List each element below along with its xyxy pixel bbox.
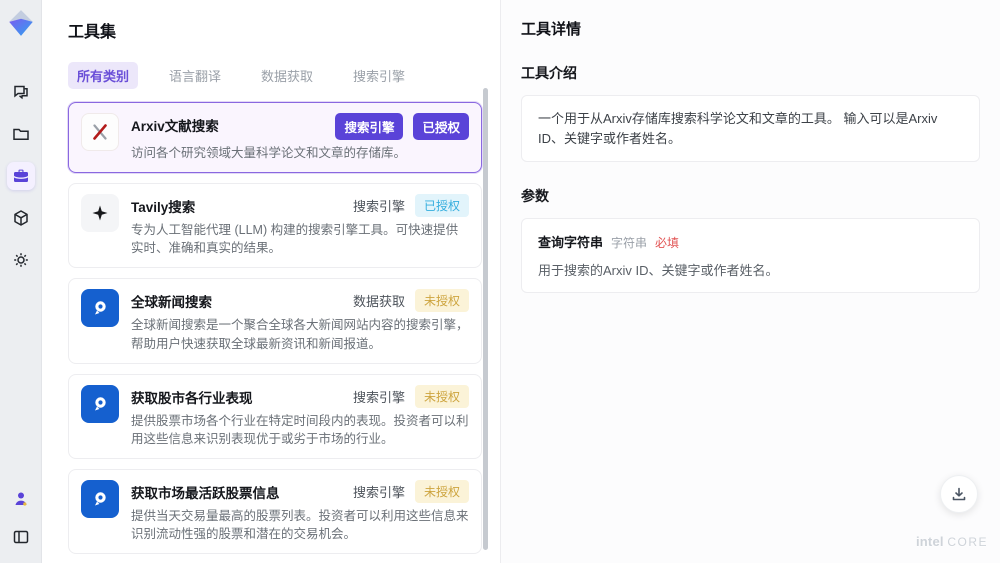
tool-auth-badge[interactable]: 未授权 [414, 384, 469, 408]
tool-card[interactable]: Arxiv文献搜索 搜索引擎 已授权 访问各个研究领域大量科学论文和文章的存储库… [68, 102, 482, 174]
tab-3[interactable]: 搜索引擎 [344, 62, 414, 89]
tool-card[interactable]: 获取股市各行业表现 搜索引擎 未授权 提供股票市场各个行业在特定时间段内的表现。… [68, 373, 482, 459]
tool-name: 获取市场最活跃股票信息 [131, 485, 280, 501]
tool-name: 获取股市各行业表现 [131, 390, 253, 406]
tool-category-badge: 搜索引擎 [352, 389, 405, 405]
tool-card[interactable]: Tavily搜索 搜索引擎 已授权 专为人工智能代理 (LLM) 构建的搜索引擎… [68, 183, 482, 269]
intel-core-logo: intel CORE [915, 534, 988, 549]
tool-icon [81, 289, 119, 328]
category-tabs: 所有类别 语言翻译 数据获取 搜索引擎 [68, 62, 500, 89]
tab-0[interactable]: 所有类别 [68, 62, 139, 89]
tab-1[interactable]: 语言翻译 [160, 62, 230, 89]
sidebar-item-chat[interactable] [7, 78, 35, 106]
tool-detail-pane: 工具详情 工具介绍 一个用于从Arxiv存储库搜索科学论文和文章的工具。 输入可… [500, 0, 1000, 563]
param-box: 查询字符串 字符串 必填 用于搜索的Arxiv ID、关键字或作者姓名。 [521, 218, 980, 293]
tool-auth-badge[interactable]: 未授权 [414, 289, 469, 313]
tool-name: Arxiv文献搜索 [131, 119, 219, 134]
param-required-flag: 必填 [655, 236, 680, 250]
cube-icon [13, 210, 28, 226]
intro-text: 一个用于从Arxiv存储库搜索科学论文和文章的工具。 输入可以是Arxiv ID… [538, 111, 938, 146]
tool-name: 全球新闻搜索 [131, 295, 212, 311]
tool-card[interactable]: 全球新闻搜索 数据获取 未授权 全球新闻搜索是一个聚合全球各大新闻网站内容的搜索… [68, 278, 482, 364]
tool-auth-badge[interactable]: 已授权 [413, 113, 469, 140]
page-title: 工具集 [68, 24, 117, 41]
icon-sidebar [0, 0, 42, 563]
tool-icon [81, 113, 119, 151]
gear-icon [13, 253, 28, 267]
sidebar-item-collapse[interactable] [7, 523, 35, 551]
toolbox-icon [13, 169, 28, 182]
tab-2[interactable]: 数据获取 [252, 62, 322, 89]
intro-section-title: 工具介绍 [521, 65, 577, 81]
tool-auth-badge[interactable]: 已授权 [414, 194, 469, 218]
sidebar-item-settings[interactable] [7, 246, 35, 274]
tool-category-badge: 搜索引擎 [335, 113, 404, 140]
sidebar-item-models[interactable] [7, 204, 35, 232]
tool-list: Arxiv文献搜索 搜索引擎 已授权 访问各个研究领域大量科学论文和文章的存储库… [68, 102, 482, 563]
sidebar-item-profile[interactable] [7, 485, 35, 513]
intro-box: 一个用于从Arxiv存储库搜索科学论文和文章的工具。 输入可以是Arxiv ID… [521, 95, 980, 162]
sidebar-item-tools[interactable] [6, 162, 35, 190]
tool-card[interactable]: 获取市场最活跃股票信息 搜索引擎 未授权 提供当天交易量最高的股票列表。投资者可… [68, 468, 482, 555]
download-button[interactable] [940, 475, 978, 513]
tool-category-badge: 搜索引擎 [352, 484, 405, 500]
tool-description: 提供当天交易量最高的股票列表。投资者可以利用这些信息来识别流动性强的股票和潜在的… [131, 508, 469, 541]
tool-icon [81, 479, 119, 518]
tool-icon [81, 194, 119, 233]
param-description: 用于搜索的Arxiv ID、关键字或作者姓名。 [538, 263, 779, 278]
search-logo-icon [95, 301, 106, 315]
search-logo-icon [95, 492, 106, 506]
download-icon [952, 487, 966, 501]
app-window: 工具集 所有类别 语言翻译 数据获取 搜索引擎 Arxiv文献搜索 搜索引擎 已… [0, 0, 1000, 563]
tool-name: Tavily搜索 [131, 200, 196, 216]
tool-description: 全球新闻搜索是一个聚合全球各大新闻网站内容的搜索引擎，帮助用户快速获取全球最新资… [131, 318, 469, 351]
tool-auth-badge[interactable]: 未授权 [414, 479, 469, 503]
sidebar-item-files[interactable] [7, 120, 35, 148]
app-logo-icon [8, 10, 33, 36]
user-icon [15, 492, 27, 506]
tool-description: 访问各个研究领域大量科学论文和文章的存储库。 [131, 146, 407, 160]
panel-toggle-icon [13, 530, 29, 544]
tool-description: 专为人工智能代理 (LLM) 构建的搜索引擎工具。可快速提供实时、准确和真实的结… [131, 223, 459, 256]
param-name: 查询字符串 [538, 235, 604, 250]
arxiv-icon [93, 124, 107, 140]
chat-icon [13, 85, 28, 100]
tool-category-badge: 数据获取 [352, 294, 405, 310]
tavily-star-icon [92, 205, 108, 221]
folder-icon [12, 128, 29, 141]
param-type: 字符串 [611, 236, 648, 250]
detail-title: 工具详情 [521, 21, 582, 38]
tool-list-pane: 工具集 所有类别 语言翻译 数据获取 搜索引擎 Arxiv文献搜索 搜索引擎 已… [42, 0, 500, 563]
search-logo-icon [95, 396, 106, 411]
list-scrollbar[interactable] [483, 88, 488, 550]
tool-icon [81, 384, 119, 423]
params-section-title: 参数 [521, 188, 549, 204]
tool-description: 提供股票市场各个行业在特定时间段内的表现。投资者可以利用这些信息来识别表现优于或… [131, 413, 469, 446]
tool-category-badge: 搜索引擎 [352, 199, 405, 215]
